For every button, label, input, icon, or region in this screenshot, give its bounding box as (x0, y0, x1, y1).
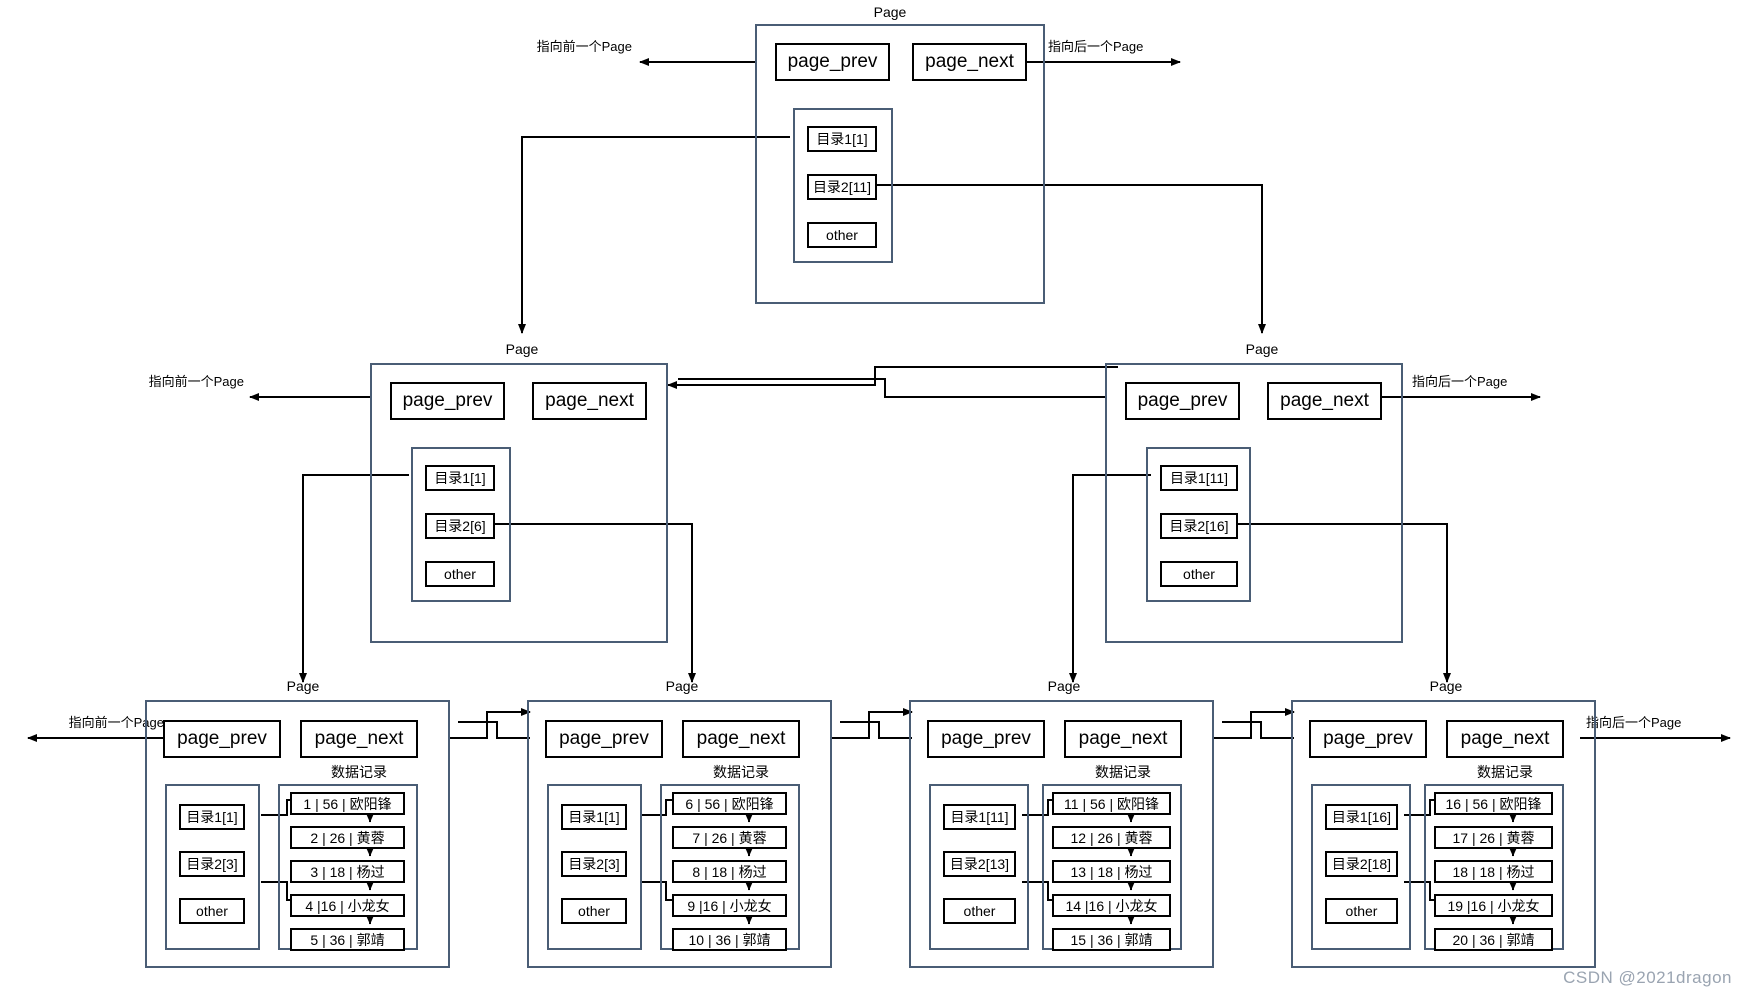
record-row-2-leaf-1[interactable]: 2 | 26 | 黄蓉 (290, 826, 405, 849)
page-caption-leaf-2: Page (665, 678, 699, 694)
directory-group-leaf-1: 目录1[1] 目录2[3] other (165, 784, 260, 950)
records-group-leaf-4: 16 | 56 | 欧阳锋 17 | 26 | 黄蓉 18 | 18 | 杨过 … (1424, 784, 1564, 951)
page-prev-box-mid-right[interactable]: page_prev (1125, 382, 1240, 420)
record-row-5-leaf-2[interactable]: 10 | 36 | 郭靖 (672, 928, 787, 951)
directory-entry-1-leaf-3[interactable]: 目录1[11] (943, 804, 1016, 830)
page-mid-left[interactable]: page_prev page_next 目录1[1] 目录2[6] other (370, 363, 668, 643)
directory-entry-1-mid-right[interactable]: 目录1[11] (1160, 465, 1238, 491)
directory-entry-other-leaf-1[interactable]: other (179, 898, 245, 924)
directory-entry-2-mid-left[interactable]: 目录2[6] (425, 513, 495, 539)
record-row-4-leaf-3[interactable]: 14 |16 | 小龙女 (1052, 894, 1171, 917)
page-caption-leaf-1: Page (286, 678, 320, 694)
records-caption-leaf-1: 数据记录 (331, 764, 387, 780)
record-row-5-leaf-4[interactable]: 20 | 36 | 郭靖 (1434, 928, 1553, 951)
directory-entry-other-root[interactable]: other (807, 222, 877, 248)
directory-entry-2-root[interactable]: 目录2[11] (807, 174, 877, 200)
record-row-3-leaf-4[interactable]: 18 | 18 | 杨过 (1434, 860, 1553, 883)
directory-entry-2-leaf-1[interactable]: 目录2[3] (179, 851, 245, 877)
page-next-box-root[interactable]: page_next (912, 43, 1027, 81)
page-leaf-3[interactable]: page_prev page_next 数据记录 目录1[11] 目录2[13]… (909, 700, 1214, 968)
records-group-leaf-2: 6 | 56 | 欧阳锋 7 | 26 | 黄蓉 8 | 18 | 杨过 9 |… (660, 784, 800, 951)
directory-group-leaf-3: 目录1[11] 目录2[13] other (929, 784, 1029, 950)
directory-entry-other-mid-left[interactable]: other (425, 561, 495, 587)
page-prev-box-mid-left[interactable]: page_prev (390, 382, 505, 420)
directory-entry-1-leaf-2[interactable]: 目录1[1] (561, 804, 627, 830)
next-pointer-label-root: 指向后一个Page (1048, 39, 1144, 54)
record-row-3-leaf-2[interactable]: 8 | 18 | 杨过 (672, 860, 787, 883)
directory-group-mid-right: 目录1[11] 目录2[16] other (1146, 447, 1251, 602)
page-next-box-leaf-4[interactable]: page_next (1446, 720, 1564, 758)
page-caption-mid-left: Page (505, 341, 539, 357)
records-caption-leaf-3: 数据记录 (1095, 764, 1151, 780)
prev-pointer-label-mid-left: 指向前一个Page (148, 374, 244, 389)
diagram-canvas: Page 指向前一个Page 指向后一个Page page_prev page_… (0, 0, 1748, 1002)
next-pointer-label-leaf-4: 指向后一个Page (1586, 715, 1682, 730)
directory-entry-2-mid-right[interactable]: 目录2[16] (1160, 513, 1238, 539)
watermark: CSDN @2021dragon (1563, 968, 1732, 987)
directory-group-mid-left: 目录1[1] 目录2[6] other (411, 447, 511, 602)
page-next-box-leaf-2[interactable]: page_next (682, 720, 800, 758)
directory-entry-1-root[interactable]: 目录1[1] (807, 126, 877, 152)
directory-entry-1-leaf-1[interactable]: 目录1[1] (179, 804, 245, 830)
record-row-5-leaf-3[interactable]: 15 | 36 | 郭靖 (1052, 928, 1171, 951)
record-row-4-leaf-4[interactable]: 19 |16 | 小龙女 (1434, 894, 1553, 917)
record-row-2-leaf-3[interactable]: 12 | 26 | 黄蓉 (1052, 826, 1171, 849)
records-group-leaf-1: 1 | 56 | 欧阳锋 2 | 26 | 黄蓉 3 | 18 | 杨过 4 |… (278, 784, 418, 951)
page-next-box-mid-left[interactable]: page_next (532, 382, 647, 420)
record-row-1-leaf-1[interactable]: 1 | 56 | 欧阳锋 (290, 792, 405, 815)
page-caption-leaf-4: Page (1429, 678, 1463, 694)
directory-entry-1-leaf-4[interactable]: 目录1[16] (1325, 804, 1398, 830)
page-prev-box-leaf-4[interactable]: page_prev (1309, 720, 1427, 758)
record-row-1-leaf-3[interactable]: 11 | 56 | 欧阳锋 (1052, 792, 1171, 815)
page-prev-box-root[interactable]: page_prev (775, 43, 890, 81)
record-row-2-leaf-2[interactable]: 7 | 26 | 黄蓉 (672, 826, 787, 849)
page-next-box-leaf-3[interactable]: page_next (1064, 720, 1182, 758)
record-row-1-leaf-4[interactable]: 16 | 56 | 欧阳锋 (1434, 792, 1553, 815)
page-prev-box-leaf-1[interactable]: page_prev (163, 720, 281, 758)
directory-entry-2-leaf-2[interactable]: 目录2[3] (561, 851, 627, 877)
directory-entry-other-leaf-3[interactable]: other (943, 898, 1016, 924)
directory-entry-other-leaf-4[interactable]: other (1325, 898, 1398, 924)
records-caption-leaf-2: 数据记录 (713, 764, 769, 780)
record-row-3-leaf-3[interactable]: 13 | 18 | 杨过 (1052, 860, 1171, 883)
record-row-2-leaf-4[interactable]: 17 | 26 | 黄蓉 (1434, 826, 1553, 849)
page-root[interactable]: page_prev page_next 目录1[1] 目录2[11] other (755, 24, 1045, 304)
directory-entry-2-leaf-3[interactable]: 目录2[13] (943, 851, 1016, 877)
record-row-5-leaf-1[interactable]: 5 | 36 | 郭靖 (290, 928, 405, 951)
records-caption-leaf-4: 数据记录 (1477, 764, 1533, 780)
directory-entry-1-mid-left[interactable]: 目录1[1] (425, 465, 495, 491)
next-pointer-label-mid-right: 指向后一个Page (1412, 374, 1508, 389)
directory-entry-2-leaf-4[interactable]: 目录2[18] (1325, 851, 1398, 877)
records-group-leaf-3: 11 | 56 | 欧阳锋 12 | 26 | 黄蓉 13 | 18 | 杨过 … (1042, 784, 1182, 951)
directory-entry-other-leaf-2[interactable]: other (561, 898, 627, 924)
record-row-4-leaf-1[interactable]: 4 |16 | 小龙女 (290, 894, 405, 917)
page-caption-root: Page (873, 4, 907, 20)
page-next-box-leaf-1[interactable]: page_next (300, 720, 418, 758)
page-prev-box-leaf-2[interactable]: page_prev (545, 720, 663, 758)
page-next-box-mid-right[interactable]: page_next (1267, 382, 1382, 420)
page-prev-box-leaf-3[interactable]: page_prev (927, 720, 1045, 758)
directory-group-root: 目录1[1] 目录2[11] other (793, 108, 893, 263)
page-caption-mid-right: Page (1245, 341, 1279, 357)
record-row-1-leaf-2[interactable]: 6 | 56 | 欧阳锋 (672, 792, 787, 815)
prev-pointer-label-root: 指向前一个Page (536, 39, 632, 54)
directory-group-leaf-4: 目录1[16] 目录2[18] other (1311, 784, 1411, 950)
record-row-4-leaf-2[interactable]: 9 |16 | 小龙女 (672, 894, 787, 917)
directory-entry-other-mid-right[interactable]: other (1160, 561, 1238, 587)
page-leaf-4[interactable]: page_prev page_next 数据记录 目录1[16] 目录2[18]… (1291, 700, 1596, 968)
record-row-3-leaf-1[interactable]: 3 | 18 | 杨过 (290, 860, 405, 883)
page-leaf-2[interactable]: page_prev page_next 数据记录 目录1[1] 目录2[3] o… (527, 700, 832, 968)
page-leaf-1[interactable]: page_prev page_next 数据记录 目录1[1] 目录2[3] o… (145, 700, 450, 968)
page-caption-leaf-3: Page (1047, 678, 1081, 694)
directory-group-leaf-2: 目录1[1] 目录2[3] other (547, 784, 642, 950)
page-mid-right[interactable]: page_prev page_next 目录1[11] 目录2[16] othe… (1105, 363, 1403, 643)
